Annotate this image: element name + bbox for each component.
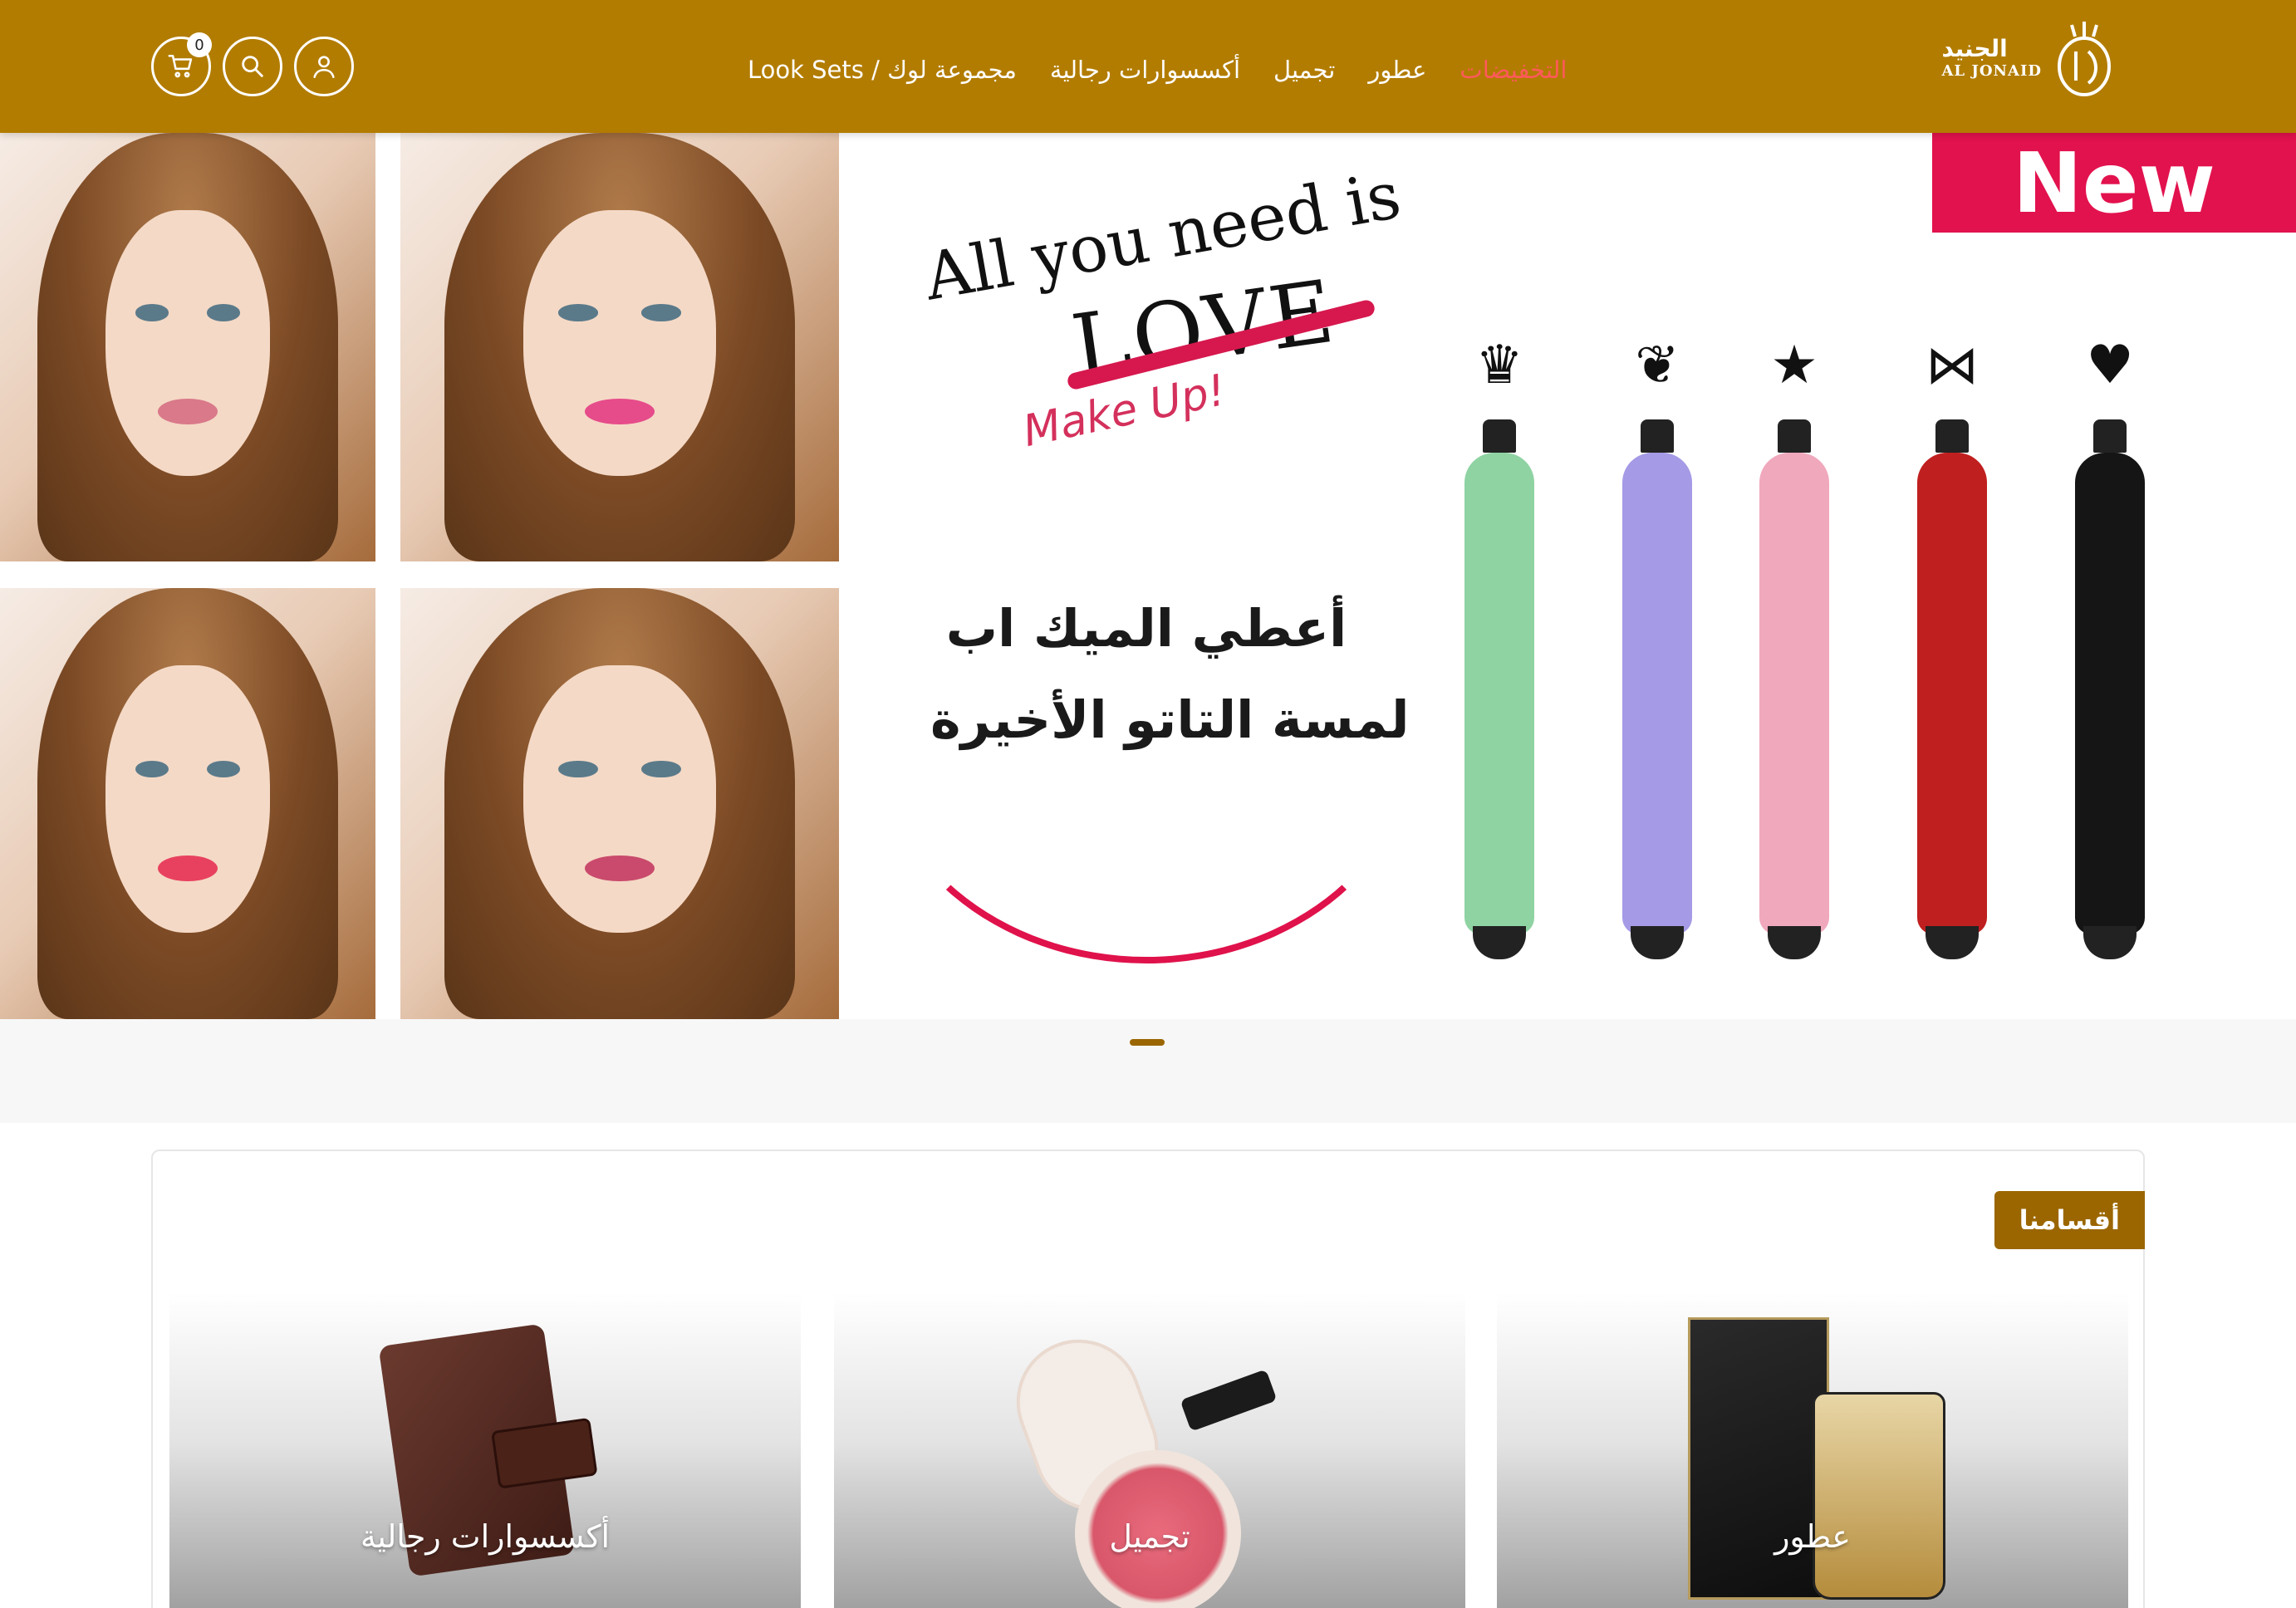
logo-wordmark: الجنيد AL JONAID <box>1941 35 2042 80</box>
brush-image <box>1180 1369 1278 1432</box>
search-button[interactable] <box>223 37 282 96</box>
tattoo-pen <box>1753 419 1836 1019</box>
heart-icon: ♥ <box>2086 335 2134 396</box>
categories-section: أقسامنا أكسسوارات رجالية تجميل عطور <box>151 1150 2145 1608</box>
cart-button[interactable]: 0 <box>151 32 212 96</box>
tattoo-pen <box>1911 419 1994 1019</box>
category-card-mens-accessories[interactable]: أكسسوارات رجالية <box>169 1292 801 1608</box>
logo-emblem-icon <box>2058 22 2111 96</box>
slide-dot-active[interactable] <box>1130 1039 1165 1046</box>
nav-mens-accessories[interactable]: أكسسوارات رجالية <box>1050 56 1240 84</box>
model-photo <box>400 133 839 561</box>
account-button[interactable] <box>294 37 354 96</box>
nav-perfumes[interactable]: عطور <box>1368 56 1426 84</box>
model-photo <box>0 133 375 561</box>
main-nav: Look Sets / مجموعة لوك أكسسوارات رجالية … <box>748 43 1567 96</box>
logo-english: AL JONAID <box>1941 61 2042 80</box>
tattoo-pen <box>2068 419 2151 1019</box>
category-card-perfumes[interactable]: عطور <box>1497 1292 2128 1608</box>
tattoo-pen <box>1616 419 1699 1019</box>
hero-banner[interactable]: All you need is LOVE Make Up! أعطي الميك… <box>0 133 2296 1019</box>
site-logo[interactable]: الجنيد AL JONAID <box>1941 18 2113 98</box>
new-badge: New <box>1932 133 2296 233</box>
nav-sale[interactable]: التخفيضات <box>1460 56 1567 84</box>
category-label: أكسسوارات رجالية <box>360 1518 611 1555</box>
model-photo <box>0 588 375 1019</box>
nav-look-sets[interactable]: Look Sets / مجموعة لوك <box>748 56 1017 84</box>
nav-makeup[interactable]: تجميل <box>1273 56 1335 84</box>
category-label: عطور <box>1774 1518 1851 1555</box>
search-icon <box>242 56 263 77</box>
models-photo-grid <box>0 133 839 1019</box>
perfume-box-image <box>1688 1317 1829 1600</box>
category-label: تجميل <box>1109 1518 1190 1555</box>
butterfly-icon: ❦ <box>1635 335 1680 396</box>
logo-arabic: الجنيد <box>1941 35 2008 63</box>
hero-arabic-line-1: أعطي الميك اب <box>945 598 1347 659</box>
bow-icon: ⋈ <box>1926 335 1979 396</box>
category-card-makeup[interactable]: تجميل <box>834 1292 1465 1608</box>
perfume-bottle-image <box>1813 1392 1945 1600</box>
site-header: 0 Look Sets / مجموعة لوك أكسسوارات رجالي… <box>0 0 2296 133</box>
hero-arabic-line-2: لمسة التاتو الأخيرة <box>930 689 1410 750</box>
slider-pagination <box>0 1019 2296 1123</box>
section-title: أقسامنا <box>1994 1191 2145 1249</box>
user-icon <box>313 56 335 79</box>
model-photo <box>400 588 839 1019</box>
tattoo-pen <box>1458 419 1541 1019</box>
cart-icon <box>168 54 193 78</box>
crown-icon: ♛ <box>1475 335 1523 396</box>
star-icon: ★ <box>1770 335 1818 396</box>
cart-count-badge: 0 <box>187 32 212 57</box>
